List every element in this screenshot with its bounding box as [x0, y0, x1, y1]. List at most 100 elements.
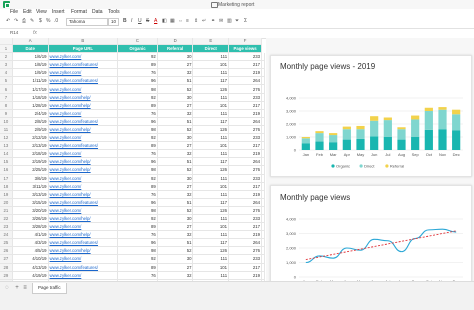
data-cell[interactable]: 89: [117, 141, 158, 151]
data-cell[interactable]: 264: [228, 157, 262, 167]
header-cell[interactable]: Direct: [192, 44, 230, 54]
row-number[interactable]: 9: [0, 109, 13, 118]
data-cell[interactable]: 126: [192, 206, 230, 215]
url-cell[interactable]: www.zylker.com/: [48, 68, 119, 78]
data-cell[interactable]: 32: [157, 230, 194, 240]
sheet-tab-page-traffic[interactable]: Page traffic: [32, 283, 67, 294]
data-cell[interactable]: [261, 263, 265, 272]
data-cell[interactable]: 27: [157, 101, 194, 110]
data-cell[interactable]: 1/11/19: [12, 76, 49, 86]
data-cell[interactable]: 92: [117, 93, 158, 102]
data-cell[interactable]: [261, 84, 265, 94]
data-cell[interactable]: 30: [157, 254, 194, 264]
data-cell[interactable]: 89: [117, 222, 158, 232]
row-number[interactable]: 12: [0, 133, 13, 143]
data-cell[interactable]: 4/3/19: [12, 238, 49, 248]
menu-file[interactable]: File: [10, 9, 18, 15]
data-cell[interactable]: 2/19/19: [12, 157, 49, 167]
add-sheet-icon[interactable]: +: [14, 285, 20, 291]
url-cell[interactable]: www.zylker.com/features/: [48, 60, 119, 70]
data-cell[interactable]: 3/13/19: [12, 190, 49, 199]
data-cell[interactable]: 52: [157, 206, 194, 215]
row-number[interactable]: 21: [0, 206, 13, 215]
data-cell[interactable]: 4/1/19: [12, 230, 49, 240]
data-cell[interactable]: 101: [192, 263, 230, 272]
paint-format-icon[interactable]: ✎: [30, 18, 34, 25]
data-cell[interactable]: 217: [228, 60, 262, 70]
url-cell[interactable]: www.zylker.com/features/: [48, 117, 119, 126]
row-number[interactable]: 22: [0, 214, 13, 224]
bold-icon[interactable]: B: [123, 18, 127, 25]
data-cell[interactable]: 233: [228, 174, 262, 183]
data-cell[interactable]: 264: [228, 238, 262, 248]
data-cell[interactable]: 92: [117, 174, 158, 183]
data-cell[interactable]: 32: [157, 109, 194, 118]
data-cell[interactable]: 126: [192, 125, 230, 135]
url-cell[interactable]: www.zylker.com/: [48, 271, 119, 280]
data-cell[interactable]: 30: [157, 133, 194, 143]
data-cell[interactable]: [261, 190, 265, 199]
strikethrough-icon[interactable]: S: [146, 18, 149, 25]
data-cell[interactable]: 3/6/19: [12, 174, 49, 183]
fill-color-icon[interactable]: ◧: [162, 18, 167, 25]
menu-view[interactable]: View: [36, 9, 47, 15]
data-cell[interactable]: 27: [157, 141, 194, 151]
data-cell[interactable]: [261, 157, 265, 167]
url-cell[interactable]: www.zylker.com/: [48, 174, 119, 183]
row-number[interactable]: 24: [0, 230, 13, 240]
data-cell[interactable]: 76: [117, 230, 158, 240]
data-cell[interactable]: [261, 238, 265, 248]
data-cell[interactable]: [261, 117, 265, 126]
undo-icon[interactable]: ↶: [6, 18, 10, 25]
data-cell[interactable]: 1/9/19: [12, 68, 49, 78]
data-cell[interactable]: 30: [157, 214, 194, 224]
row-number[interactable]: 28: [0, 263, 13, 272]
chart-icon[interactable]: ▥: [227, 18, 232, 25]
url-cell[interactable]: www.zylker.com/help/: [48, 230, 119, 240]
sheet-table[interactable]: A B C D E F 1 Date Page URL Organic Refe…: [0, 38, 265, 281]
data-cell[interactable]: 4/10/19: [12, 254, 49, 264]
url-cell[interactable]: www.zylker.com/help/: [48, 165, 119, 175]
data-cell[interactable]: 219: [228, 190, 262, 199]
data-cell[interactable]: 2/4/19: [12, 109, 49, 118]
data-cell[interactable]: [261, 141, 265, 151]
row-number[interactable]: 11: [0, 125, 13, 135]
data-cell[interactable]: 52: [157, 165, 194, 175]
data-cell[interactable]: 111: [192, 109, 230, 118]
data-cell[interactable]: 98: [117, 84, 158, 94]
url-cell[interactable]: www.zylker.com/: [48, 182, 119, 191]
data-cell[interactable]: 32: [157, 68, 194, 78]
header-cell[interactable]: Date: [12, 44, 49, 54]
data-cell[interactable]: 111: [192, 271, 230, 280]
data-cell[interactable]: 111: [192, 254, 230, 264]
data-cell[interactable]: [261, 76, 265, 86]
row-number[interactable]: 6: [0, 84, 13, 94]
data-cell[interactable]: 76: [117, 149, 158, 159]
data-cell[interactable]: [261, 133, 265, 143]
header-cell[interactable]: Organic: [117, 44, 158, 54]
data-cell[interactable]: 92: [117, 52, 158, 62]
data-cell[interactable]: 217: [228, 141, 262, 151]
data-cell[interactable]: 27: [157, 182, 194, 191]
chat-icon[interactable]: ◌: [4, 285, 10, 291]
data-cell[interactable]: 233: [228, 133, 262, 143]
data-cell[interactable]: 3/28/19: [12, 222, 49, 232]
url-cell[interactable]: www.zylker.com/help/: [48, 246, 119, 256]
merge-icon[interactable]: ⇔: [178, 18, 183, 25]
data-cell[interactable]: 27: [157, 263, 194, 272]
data-cell[interactable]: 219: [228, 230, 262, 240]
data-cell[interactable]: 76: [117, 109, 158, 118]
data-cell[interactable]: 117: [192, 238, 230, 248]
font-select[interactable]: Tahoma: [66, 18, 108, 26]
data-cell[interactable]: 51: [157, 117, 194, 126]
row-number[interactable]: 16: [0, 165, 13, 175]
data-cell[interactable]: 32: [157, 190, 194, 199]
data-cell[interactable]: 89: [117, 101, 158, 110]
data-cell[interactable]: [261, 125, 265, 135]
url-cell[interactable]: www.zylker.com/: [48, 222, 119, 232]
filter-icon[interactable]: ⏷: [235, 18, 239, 25]
url-cell[interactable]: www.zylker.com/help/: [48, 125, 119, 135]
data-cell[interactable]: 96: [117, 76, 158, 86]
data-cell[interactable]: 98: [117, 125, 158, 135]
data-cell[interactable]: 276: [228, 206, 262, 215]
